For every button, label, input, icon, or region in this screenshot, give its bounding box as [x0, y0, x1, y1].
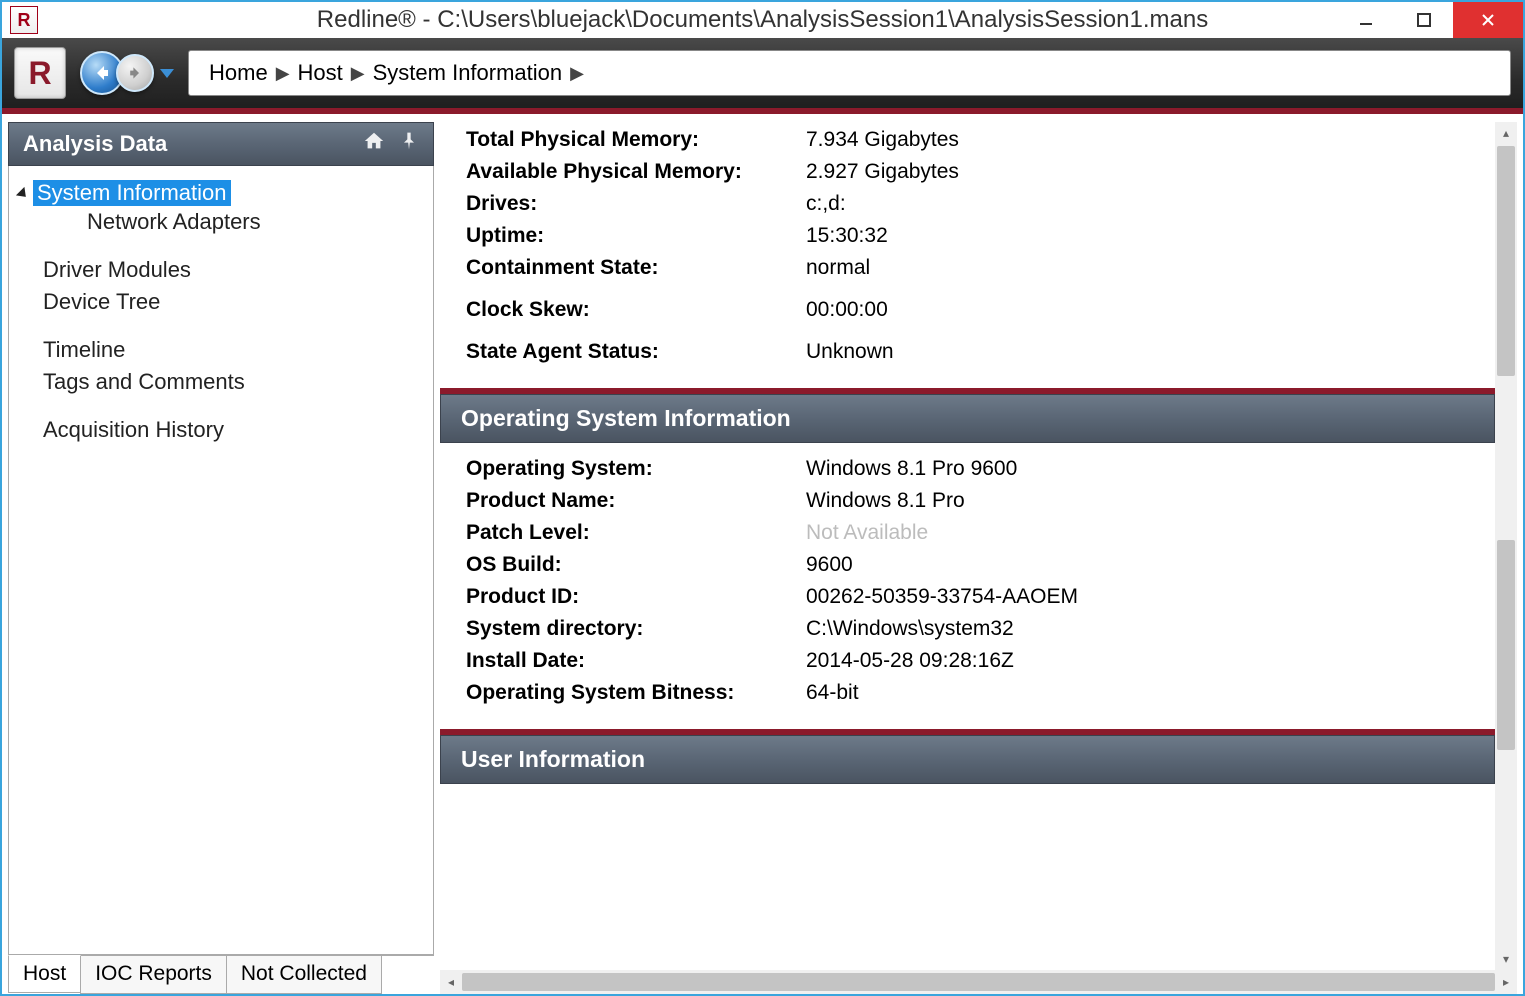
scroll-down-icon[interactable]: ▾: [1495, 948, 1517, 970]
kv-value: Windows 8.1 Pro: [806, 489, 1469, 513]
sidebar-tree: System Information Network Adapters Driv…: [8, 166, 434, 955]
tree-item-network-adapters[interactable]: Network Adapters: [81, 206, 423, 238]
breadcrumb[interactable]: Home ▶ Host ▶ System Information ▶: [188, 50, 1511, 96]
tree-item-tags-comments[interactable]: Tags and Comments: [37, 366, 423, 398]
breadcrumb-item[interactable]: System Information: [373, 60, 563, 86]
window-titlebar: R Redline® - C:\Users\bluejack\Documents…: [0, 0, 1525, 38]
kv-label: System directory:: [466, 617, 806, 641]
minimize-button[interactable]: [1337, 2, 1395, 38]
kv-label: Install Date:: [466, 649, 806, 673]
kv-label: Drives:: [466, 192, 806, 216]
kv-label: Operating System:: [466, 457, 806, 481]
tree-caret-icon[interactable]: [16, 187, 30, 201]
kv-label: State Agent Status:: [466, 340, 806, 364]
tree-item-acquisition-history[interactable]: Acquisition History: [37, 414, 423, 446]
kv-value: c:,d:: [806, 192, 1469, 216]
kv-label: Containment State:: [466, 256, 806, 280]
tree-item-timeline[interactable]: Timeline: [37, 334, 423, 366]
tab-ioc-reports[interactable]: IOC Reports: [80, 956, 227, 994]
kv-label: Product ID:: [466, 585, 806, 609]
home-icon[interactable]: [363, 130, 385, 158]
breadcrumb-item[interactable]: Host: [298, 60, 343, 86]
section-header-os: Operating System Information: [440, 394, 1495, 443]
scroll-thumb[interactable]: [1497, 146, 1515, 376]
window-title: Redline® - C:\Users\bluejack\Documents\A…: [2, 6, 1523, 34]
chevron-right-icon: ▶: [276, 63, 290, 84]
kv-value: 00:00:00: [806, 298, 1469, 322]
kv-value: 15:30:32: [806, 224, 1469, 248]
tab-host[interactable]: Host: [8, 955, 81, 993]
horizontal-scrollbar[interactable]: ◂ ▸: [440, 970, 1517, 994]
kv-value: Windows 8.1 Pro 9600: [806, 457, 1469, 481]
kv-value: Unknown: [806, 340, 1469, 364]
kv-value: 2014-05-28 09:28:16Z: [806, 649, 1469, 673]
maximize-button[interactable]: [1395, 2, 1453, 38]
sidebar-title: Analysis Data: [23, 131, 167, 157]
kv-label: Available Physical Memory:: [466, 160, 806, 184]
kv-value: 7.934 Gigabytes: [806, 128, 1469, 152]
kv-value: Not Available: [806, 521, 1469, 545]
redline-logo-icon: R: [14, 47, 66, 99]
kv-value: 64-bit: [806, 681, 1469, 705]
kv-value: 2.927 Gigabytes: [806, 160, 1469, 184]
kv-label: Total Physical Memory:: [466, 128, 806, 152]
kv-label: Operating System Bitness:: [466, 681, 806, 705]
kv-value: C:\Windows\system32: [806, 617, 1469, 641]
scroll-thumb[interactable]: [1497, 540, 1515, 750]
sidebar-header: Analysis Data: [8, 122, 434, 166]
kv-label: Uptime:: [466, 224, 806, 248]
chevron-right-icon: ▶: [570, 63, 584, 84]
scroll-right-icon[interactable]: ▸: [1495, 975, 1517, 989]
kv-label: Clock Skew:: [466, 298, 806, 322]
sidebar-bottom-tabs: Host IOC Reports Not Collected: [8, 955, 434, 994]
kv-value: 9600: [806, 553, 1469, 577]
kv-value: normal: [806, 256, 1469, 280]
toolbar: R Home ▶ Host ▶ System Information ▶: [2, 38, 1523, 114]
tree-item-device-tree[interactable]: Device Tree: [37, 286, 423, 318]
tree-item-system-information[interactable]: System Information: [33, 180, 231, 206]
breadcrumb-item[interactable]: Home: [209, 60, 268, 86]
close-button[interactable]: [1453, 2, 1523, 38]
pin-icon[interactable]: [399, 131, 419, 157]
tree-item-driver-modules[interactable]: Driver Modules: [37, 254, 423, 286]
nav-forward-button[interactable]: [116, 54, 154, 92]
section-header-user: User Information: [440, 735, 1495, 784]
chevron-right-icon: ▶: [351, 63, 365, 84]
kv-label: Product Name:: [466, 489, 806, 513]
scroll-up-icon[interactable]: ▴: [1495, 122, 1517, 144]
vertical-scrollbar[interactable]: ▴ ▾: [1495, 122, 1517, 970]
scroll-thumb[interactable]: [462, 973, 1495, 991]
kv-value: 00262-50359-33754-AAOEM: [806, 585, 1469, 609]
app-icon: R: [10, 6, 38, 34]
content-scroll-area: Total Physical Memory:7.934 Gigabytes Av…: [440, 122, 1517, 970]
kv-label: Patch Level:: [466, 521, 806, 545]
tab-not-collected[interactable]: Not Collected: [226, 956, 382, 994]
kv-label: OS Build:: [466, 553, 806, 577]
nav-history-dropdown-icon[interactable]: [160, 69, 174, 78]
scroll-left-icon[interactable]: ◂: [440, 975, 462, 989]
